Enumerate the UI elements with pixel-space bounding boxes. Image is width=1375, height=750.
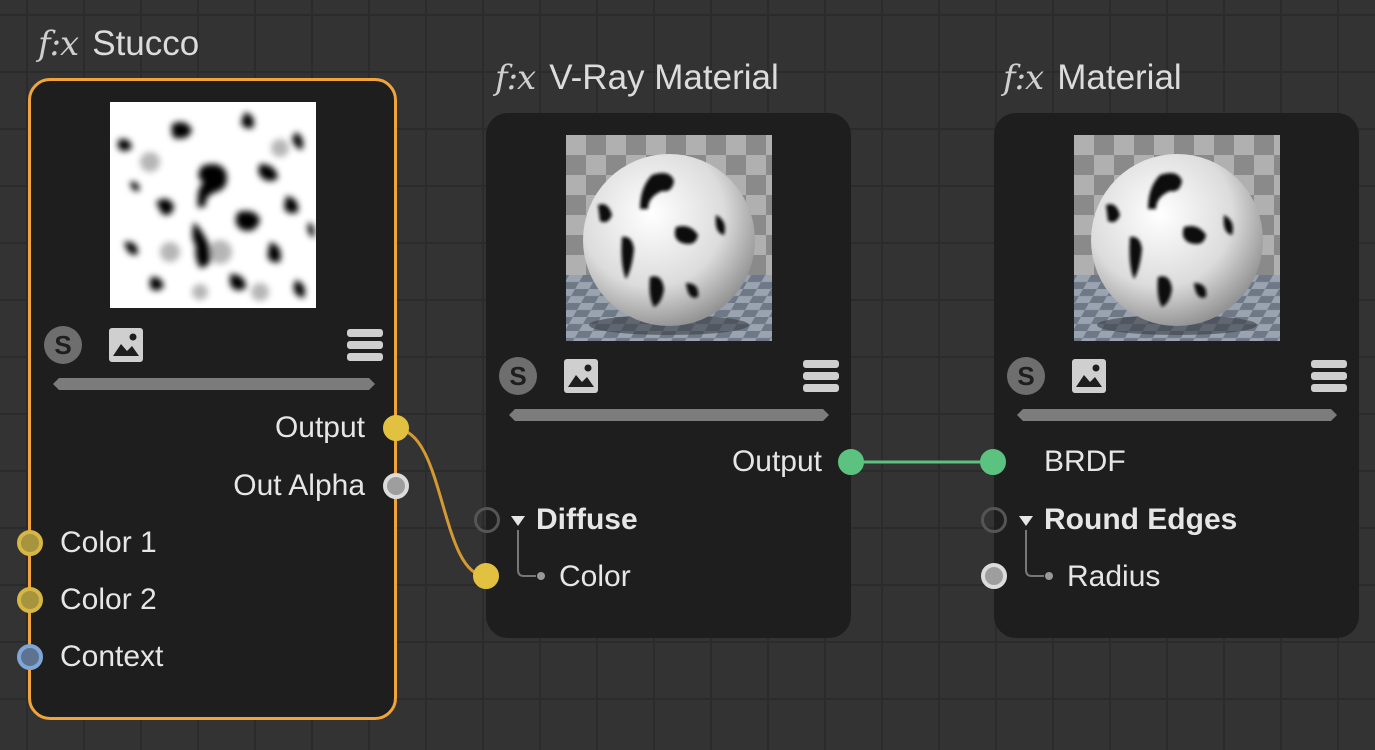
vray-preview: [566, 135, 772, 341]
svg-text:S: S: [1017, 361, 1034, 391]
stucco-out-alpha-label: Out Alpha: [233, 469, 365, 502]
material-node-title: f:x Material: [1003, 58, 1182, 98]
diffuse-expand-icon[interactable]: [511, 516, 525, 526]
stucco-context-label: Context: [60, 640, 164, 673]
vray-output-label: Output: [731, 445, 822, 478]
stucco-context-port[interactable]: [17, 644, 43, 670]
vray-diffuse-label[interactable]: Diffuse: [536, 503, 638, 537]
stucco-title: Stucco: [92, 24, 200, 63]
round-edges-expand-icon[interactable]: [1019, 516, 1033, 526]
s-icon[interactable]: S: [1006, 356, 1046, 396]
stucco-node-title: f:x Stucco: [38, 24, 199, 64]
image-icon[interactable]: [106, 325, 146, 365]
material-brdf-port[interactable]: [980, 449, 1006, 475]
stucco-output-label: Output: [274, 411, 365, 444]
fx-icon: f:x: [1003, 58, 1044, 98]
fx-icon: f:x: [495, 58, 536, 98]
material-radius-label: Radius: [1067, 560, 1161, 593]
menu-icon[interactable]: [345, 325, 385, 365]
stucco-preview: [110, 102, 316, 308]
wire-stucco-output-to-diffuse-color: [395, 427, 487, 578]
material-radius-port[interactable]: [981, 563, 1007, 589]
vray-title: V-Ray Material: [549, 58, 779, 97]
stucco-color1-port[interactable]: [17, 530, 43, 556]
image-icon[interactable]: [561, 356, 601, 396]
vray-output-port[interactable]: [838, 449, 864, 475]
svg-text:S: S: [509, 361, 526, 391]
stucco-color1-label: Color 1: [60, 526, 157, 559]
stucco-preview-slider[interactable]: [53, 378, 375, 390]
s-icon[interactable]: S: [43, 325, 83, 365]
vray-preview-slider[interactable]: [509, 409, 829, 421]
svg-text:S: S: [54, 330, 71, 360]
material-title: Material: [1057, 58, 1182, 97]
material-round-edges-port[interactable]: [981, 507, 1007, 533]
image-icon[interactable]: [1069, 356, 1109, 396]
material-preview: [1074, 135, 1280, 341]
stucco-color2-label: Color 2: [60, 583, 157, 616]
stucco-node[interactable]: S: [28, 78, 397, 720]
material-preview-slider[interactable]: [1017, 409, 1337, 421]
vray-color-label: Color: [559, 560, 631, 593]
vray-node-title: f:x V-Ray Material: [495, 58, 779, 98]
tree-connector-icon: [1025, 530, 1053, 580]
stucco-output-port[interactable]: [383, 415, 409, 441]
s-icon[interactable]: S: [498, 356, 538, 396]
menu-icon[interactable]: [1309, 356, 1349, 396]
vray-color-port[interactable]: [473, 563, 499, 589]
material-round-edges-label[interactable]: Round Edges: [1044, 503, 1237, 537]
fx-icon: f:x: [38, 24, 79, 64]
menu-icon[interactable]: [801, 356, 841, 396]
material-brdf-label: BRDF: [1044, 445, 1126, 478]
vray-diffuse-port[interactable]: [474, 507, 500, 533]
stucco-out-alpha-port[interactable]: [383, 473, 409, 499]
stucco-color2-port[interactable]: [17, 587, 43, 613]
tree-connector-icon: [517, 530, 545, 580]
